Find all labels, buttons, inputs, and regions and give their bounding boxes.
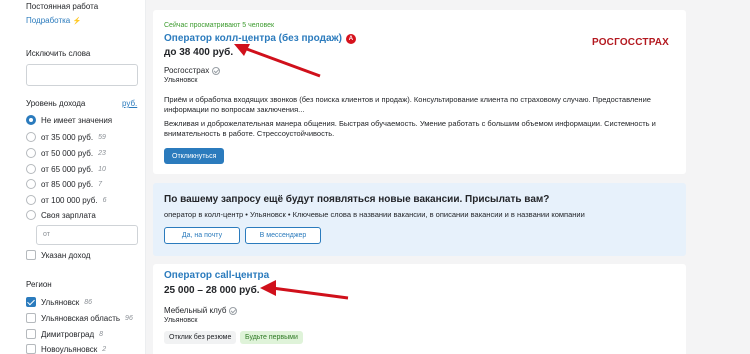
vacancy-salary: до 38 400 руб. [164, 47, 234, 58]
messenger-subscribe-button[interactable]: В мессенджер [245, 227, 321, 244]
checkbox[interactable] [26, 250, 36, 260]
region-count: 2 [102, 345, 107, 353]
region-label: Новоульяновск [41, 344, 98, 354]
filter-permanent-work[interactable]: Постоянная работа [26, 2, 98, 11]
notice-title: По вашему запросу ещё будут появляться н… [164, 194, 550, 205]
region-label: Димитровград [41, 329, 95, 339]
viewers-count: Сейчас просматривают 5 человек [164, 22, 275, 29]
radio[interactable] [26, 195, 36, 205]
vacancy-city: Ульяновск [164, 77, 198, 84]
income-option[interactable]: от 100 000 руб. 6 [26, 193, 106, 207]
filters-sidebar: Постоянная работа Подработка ⚡ Исключить… [0, 0, 146, 354]
region-count: 86 [84, 298, 93, 306]
income-option[interactable]: Не имеет значения [26, 113, 112, 127]
region-heading: Регион [26, 280, 52, 289]
annotation-arrow-icon [260, 280, 349, 300]
vacancy-city: Ульяновск [164, 317, 198, 324]
region-option[interactable]: Новоульяновск 2 [26, 342, 106, 354]
vacancy-requirements: Вежливая и доброжелательная манера общен… [164, 119, 656, 138]
income-option[interactable]: от 65 000 руб. 10 [26, 162, 106, 176]
company-link[interactable]: Росгосстрах [164, 66, 221, 75]
vacancy-title-link[interactable]: Оператор call-центра [164, 270, 269, 281]
radio[interactable] [26, 148, 36, 158]
income-option-label: от 100 000 руб. [41, 195, 98, 205]
radio[interactable] [26, 164, 36, 174]
income-option[interactable]: от 35 000 руб. 59 [26, 130, 106, 144]
company-name: Росгосстрах [164, 66, 210, 75]
income-option[interactable]: от 50 000 руб. 23 [26, 146, 106, 160]
region-count: 96 [125, 314, 133, 322]
income-option-count: 23 [98, 149, 106, 157]
email-subscribe-button[interactable]: Да, на почту [164, 227, 240, 244]
income-option-count: 7 [98, 180, 103, 188]
own-salary-label: Своя зарплата [41, 210, 96, 220]
region-label: Ульяновская область [41, 313, 121, 323]
income-option-label: от 35 000 руб. [41, 132, 94, 142]
radio[interactable] [26, 132, 36, 142]
company-link[interactable]: Мебельный клуб [164, 306, 238, 315]
company-logo[interactable]: РОСГОССТРАХ [592, 37, 669, 48]
vacancy-salary: 25 000 – 28 000 руб. [164, 285, 260, 296]
income-option-label: от 65 000 руб. [41, 164, 94, 174]
income-option[interactable]: Своя зарплата [26, 208, 96, 222]
income-option-label: Не имеет значения [41, 115, 113, 125]
be-first-tag: Будьте первыми [240, 331, 303, 344]
income-level-heading: Уровень дохода [26, 99, 86, 108]
part-time-label: Подработка [26, 16, 71, 25]
verified-icon [212, 66, 221, 75]
checkbox[interactable] [26, 329, 36, 339]
income-option-label: от 85 000 руб. [41, 179, 94, 189]
region-option[interactable]: Димитровград 8 [26, 327, 103, 341]
vacancy-responsibilities: Приём и обработка входящих звонков (без … [164, 95, 651, 114]
checkbox[interactable] [26, 313, 36, 323]
vacancy-title: Оператор call-центра [164, 270, 270, 281]
radio-selected[interactable] [26, 115, 36, 125]
filter-part-time[interactable]: Подработка ⚡ [26, 16, 81, 25]
income-option[interactable]: от 85 000 руб. 7 [26, 177, 102, 191]
income-option-label: от 50 000 руб. [41, 148, 94, 158]
region-label: Ульяновск [41, 297, 80, 307]
region-option[interactable]: Ульяновская область 96 [26, 311, 133, 325]
checkbox[interactable] [26, 344, 36, 354]
exclude-words-heading: Исключить слова [26, 49, 91, 58]
vacancy-card: Сейчас просматривают 5 человек Оператор … [153, 10, 686, 174]
notice-query: оператор в колл-центр • Ульяновск • Ключ… [164, 210, 585, 219]
apply-button[interactable]: Откликнуться [164, 148, 225, 164]
bolt-icon: ⚡ [72, 18, 82, 25]
company-name: Мебельный клуб [164, 306, 227, 315]
no-resume-tag: Отклик без резюме [164, 331, 237, 344]
own-salary-placeholder: от [43, 231, 50, 238]
subscription-notice: По вашему запросу ещё будут появляться н… [153, 183, 686, 256]
income-option-count: 10 [98, 165, 106, 173]
checkbox-checked[interactable] [26, 297, 36, 307]
verified-icon [229, 306, 238, 315]
income-option-count: 6 [102, 196, 107, 204]
region-option[interactable]: Ульяновск 86 [26, 295, 92, 309]
region-count: 8 [99, 330, 104, 338]
radio[interactable] [26, 179, 36, 189]
own-salary-input[interactable]: от [36, 225, 138, 245]
radio[interactable] [26, 210, 36, 220]
income-specified-option[interactable]: Указан доход [26, 248, 90, 262]
currency-selector[interactable]: руб. [122, 99, 137, 108]
annotation-arrow-icon [234, 44, 321, 78]
income-option-count: 59 [98, 133, 106, 141]
accredited-badge-icon: А [345, 34, 356, 44]
exclude-words-input[interactable] [26, 64, 138, 86]
income-specified-label: Указан доход [41, 250, 91, 260]
